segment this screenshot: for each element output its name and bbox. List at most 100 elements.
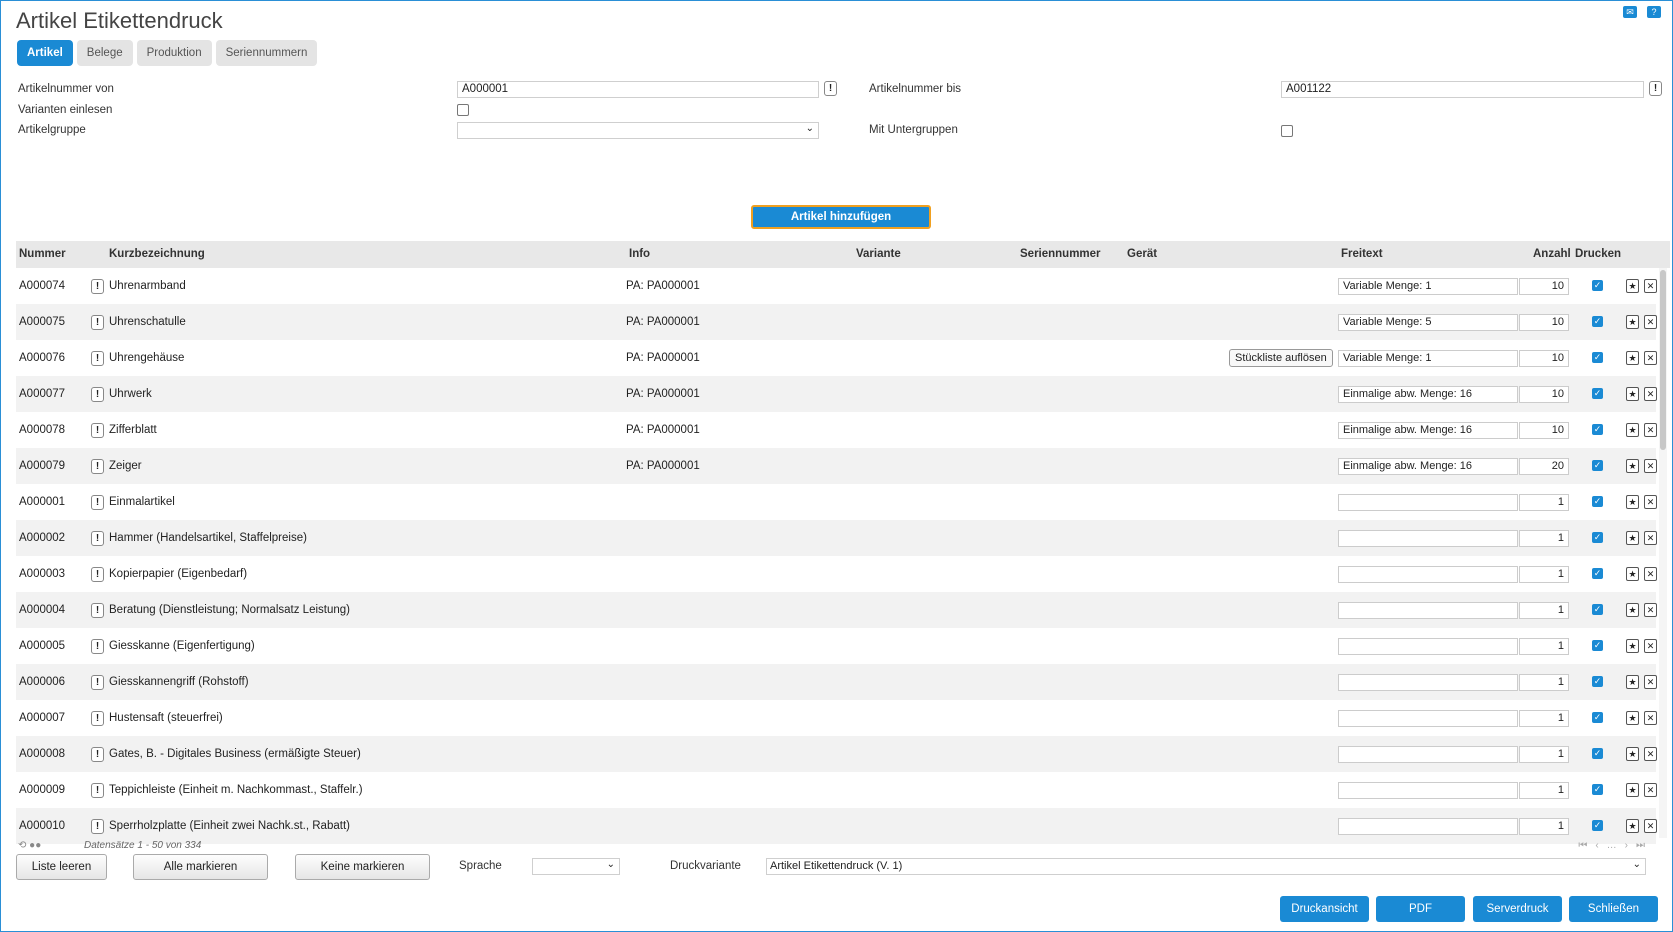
table-row[interactable]: A000004! Beratung (Dienstleistung; Normal… xyxy=(16,592,1657,628)
anzahl-input[interactable]: 1 xyxy=(1519,530,1569,547)
table-row[interactable]: A000076! Uhrengehäuse PA: PA000001 Stücklis… xyxy=(16,340,1657,376)
anzahl-input[interactable]: 20 xyxy=(1519,458,1569,475)
row-info-button[interactable]: ! xyxy=(91,603,104,618)
anzahl-input[interactable]: 1 xyxy=(1519,638,1569,655)
group-select[interactable]: ⌄ xyxy=(457,122,819,139)
scrollbar-thumb[interactable] xyxy=(1660,270,1666,450)
row-info-button[interactable]: ! xyxy=(91,351,104,366)
clear-list-button[interactable]: Liste leeren xyxy=(16,854,107,880)
freitext-input[interactable] xyxy=(1338,530,1518,547)
table-row[interactable]: A000006! Giesskannengriff (Rohstoff) 1 ✓ ★ ✕ xyxy=(16,664,1657,700)
freitext-input[interactable] xyxy=(1338,710,1518,727)
close-icon[interactable]: ✕ xyxy=(1644,423,1657,437)
help-icon[interactable]: ? xyxy=(1647,6,1661,18)
star-icon[interactable]: ★ xyxy=(1626,531,1639,545)
close-icon[interactable]: ✕ xyxy=(1644,387,1657,401)
anzahl-input[interactable]: 1 xyxy=(1519,710,1569,727)
star-icon[interactable]: ★ xyxy=(1626,747,1639,761)
col-nummer[interactable]: Nummer xyxy=(19,241,66,268)
tab-artikel[interactable]: Artikel xyxy=(17,40,73,66)
freitext-input[interactable] xyxy=(1338,602,1518,619)
print-checkbox[interactable]: ✓ xyxy=(1592,532,1603,543)
print-checkbox[interactable]: ✓ xyxy=(1592,496,1603,507)
table-row[interactable]: A000009! Teppichleiste (Einheit m. Nachko… xyxy=(16,772,1657,808)
print-checkbox[interactable]: ✓ xyxy=(1592,280,1603,291)
table-row[interactable]: A000005! Giesskanne (Eigenfertigung) 1 ✓ ★ ✕ xyxy=(16,628,1657,664)
anzahl-input[interactable]: 10 xyxy=(1519,314,1569,331)
anzahl-input[interactable]: 10 xyxy=(1519,350,1569,367)
anzahl-input[interactable]: 1 xyxy=(1519,782,1569,799)
row-info-button[interactable]: ! xyxy=(91,567,104,582)
row-info-button[interactable]: ! xyxy=(91,675,104,690)
close-icon[interactable]: ✕ xyxy=(1644,819,1657,833)
freitext-input[interactable]: Einmalige abw. Menge: 16 xyxy=(1338,386,1518,403)
freitext-input[interactable]: Variable Menge: 5 xyxy=(1338,314,1518,331)
row-info-button[interactable]: ! xyxy=(91,531,104,546)
freitext-input[interactable]: Variable Menge: 1 xyxy=(1338,350,1518,367)
tab-seriennummern[interactable]: Seriennummern xyxy=(215,40,318,66)
star-icon[interactable]: ★ xyxy=(1626,495,1639,509)
print-checkbox[interactable]: ✓ xyxy=(1592,676,1603,687)
print-checkbox[interactable]: ✓ xyxy=(1592,316,1603,327)
tab-produktion[interactable]: Produktion xyxy=(136,40,212,66)
nr-to-lookup-button[interactable]: ! xyxy=(1649,81,1662,96)
nr-from-lookup-button[interactable]: ! xyxy=(824,81,837,96)
row-info-button[interactable]: ! xyxy=(91,819,104,834)
close-icon[interactable]: ✕ xyxy=(1644,459,1657,473)
table-row[interactable]: A000001! Einmalartikel 1 ✓ ★ ✕ xyxy=(16,484,1657,520)
freitext-input[interactable]: Einmalige abw. Menge: 16 xyxy=(1338,422,1518,439)
pdf-button[interactable]: PDF xyxy=(1376,896,1465,922)
subgroups-checkbox[interactable] xyxy=(1281,125,1293,137)
star-icon[interactable]: ★ xyxy=(1626,423,1639,437)
close-icon[interactable]: ✕ xyxy=(1644,279,1657,293)
anzahl-input[interactable]: 1 xyxy=(1519,818,1569,835)
star-icon[interactable]: ★ xyxy=(1626,711,1639,725)
star-icon[interactable]: ★ xyxy=(1626,639,1639,653)
row-info-button[interactable]: ! xyxy=(91,639,104,654)
variants-checkbox[interactable] xyxy=(457,104,469,116)
mark-all-button[interactable]: Alle markieren xyxy=(133,854,268,880)
row-info-button[interactable]: ! xyxy=(91,711,104,726)
print-checkbox[interactable]: ✓ xyxy=(1592,424,1603,435)
print-checkbox[interactable]: ✓ xyxy=(1592,388,1603,399)
table-row[interactable]: A000077! Uhrwerk PA: PA000001 Einmalige abw… xyxy=(16,376,1657,412)
print-checkbox[interactable]: ✓ xyxy=(1592,460,1603,471)
print-checkbox[interactable]: ✓ xyxy=(1592,604,1603,615)
star-icon[interactable]: ★ xyxy=(1626,279,1639,293)
print-checkbox[interactable]: ✓ xyxy=(1592,820,1603,831)
row-info-button[interactable]: ! xyxy=(91,423,104,438)
table-row[interactable]: A000002! Hammer (Handelsartikel, Staffelp… xyxy=(16,520,1657,556)
table-row[interactable]: A000010! Sperrholzplatte (Einheit zwei Na… xyxy=(16,808,1657,844)
table-row[interactable]: A000079! Zeiger PA: PA000001 Einmalige abw.… xyxy=(16,448,1657,484)
table-row[interactable]: A000074! Uhrenarmband PA: PA000001 Variable… xyxy=(16,268,1657,304)
row-info-button[interactable]: ! xyxy=(91,783,104,798)
print-checkbox[interactable]: ✓ xyxy=(1592,568,1603,579)
print-checkbox[interactable]: ✓ xyxy=(1592,352,1603,363)
row-info-button[interactable]: ! xyxy=(91,387,104,402)
language-select[interactable]: ⌄ xyxy=(532,858,620,875)
anzahl-input[interactable]: 10 xyxy=(1519,386,1569,403)
table-row[interactable]: A000003! Kopierpapier (Eigenbedarf) 1 ✓ ★ ✕ xyxy=(16,556,1657,592)
close-icon[interactable]: ✕ xyxy=(1644,495,1657,509)
star-icon[interactable]: ★ xyxy=(1626,783,1639,797)
mark-none-button[interactable]: Keine markieren xyxy=(295,854,430,880)
mail-icon[interactable]: ✉ xyxy=(1623,6,1637,18)
nr-from-input[interactable]: A000001 xyxy=(457,81,819,98)
close-icon[interactable]: ✕ xyxy=(1644,639,1657,653)
anzahl-input[interactable]: 10 xyxy=(1519,278,1569,295)
col-kurzbezeichnung[interactable]: Kurzbezeichnung xyxy=(109,241,205,268)
star-icon[interactable]: ★ xyxy=(1626,603,1639,617)
nr-to-input[interactable]: A001122 xyxy=(1281,81,1644,98)
star-icon[interactable]: ★ xyxy=(1626,387,1639,401)
table-scrollbar[interactable] xyxy=(1659,268,1667,838)
close-icon[interactable]: ✕ xyxy=(1644,783,1657,797)
table-row[interactable]: A000075! Uhrenschatulle PA: PA000001 Variab… xyxy=(16,304,1657,340)
freitext-input[interactable] xyxy=(1338,818,1518,835)
close-icon[interactable]: ✕ xyxy=(1644,603,1657,617)
freitext-input[interactable] xyxy=(1338,566,1518,583)
server-print-button[interactable]: Serverdruck xyxy=(1473,896,1562,922)
row-info-button[interactable]: ! xyxy=(91,279,104,294)
star-icon[interactable]: ★ xyxy=(1626,567,1639,581)
anzahl-input[interactable]: 1 xyxy=(1519,674,1569,691)
print-checkbox[interactable]: ✓ xyxy=(1592,712,1603,723)
